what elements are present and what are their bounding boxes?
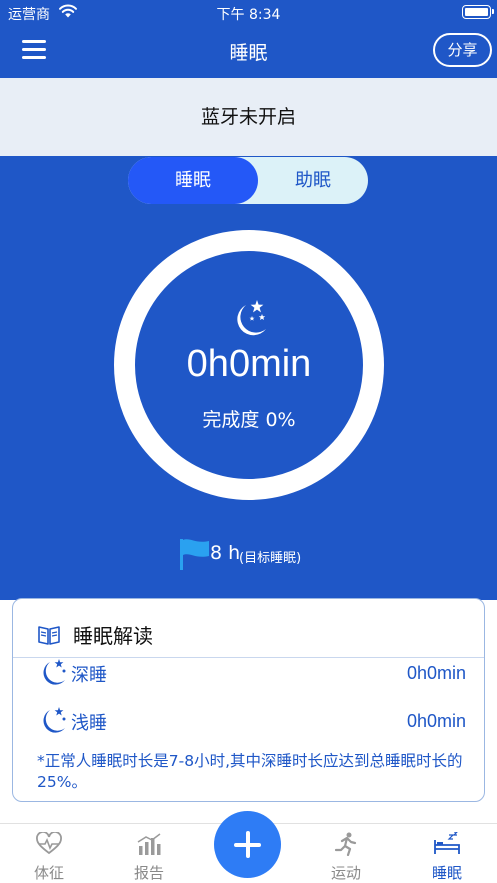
tab-exercise[interactable]: 运动 <box>311 824 381 883</box>
tab-vitals[interactable]: 体征 <box>14 824 84 883</box>
heart-pulse-icon <box>36 832 62 855</box>
completion-text: 完成度 0% <box>202 409 296 431</box>
page-title: 睡眠 <box>229 42 268 64</box>
tab-sleep-bottom[interactable]: 睡眠 <box>412 824 482 883</box>
sleep-tip: *正常人睡眠时长是7-8小时,其中深睡时长应达到总睡眠时长的25%。 <box>37 752 463 791</box>
goal-note: (目标睡眠) <box>239 551 302 566</box>
moon-stars-icon <box>237 300 266 336</box>
bed-icon <box>434 832 460 854</box>
goal-hours: 8 h <box>210 542 241 564</box>
battery-icon <box>462 5 494 19</box>
moon-stars-icon <box>43 659 66 685</box>
light-sleep-row: 浅睡 0h0min <box>13 703 484 739</box>
sleep-interpretation-card: 睡眠解读 深睡 0h0min 浅睡 0h0min *正常人睡眠时长是7-8小时,… <box>12 598 485 802</box>
sleep-mode-toggle: 睡眠 助眠 <box>128 157 368 204</box>
navigation-bar: 睡眠 分享 <box>0 26 497 78</box>
bluetooth-status-banner[interactable]: 蓝牙未开启 <box>0 78 497 156</box>
status-bar: 运营商 下午 8:34 <box>0 0 497 26</box>
moon-stars-icon <box>43 707 66 733</box>
tab-sleep[interactable]: 睡眠 <box>128 157 258 204</box>
add-button[interactable] <box>214 811 281 878</box>
tab-sleep-aid[interactable]: 助眠 <box>258 157 368 204</box>
book-icon <box>38 626 60 645</box>
card-title: 睡眠解读 <box>73 624 153 648</box>
share-button[interactable]: 分享 <box>433 33 492 67</box>
row-label: 深睡 <box>71 665 107 686</box>
tab-label: 运动 <box>330 864 361 882</box>
sleep-duration: 0h0min <box>186 343 312 385</box>
tab-label: 体征 <box>33 864 64 882</box>
flag-icon <box>180 539 209 570</box>
row-label: 浅睡 <box>71 713 107 734</box>
status-time: 下午 8:34 <box>216 7 281 23</box>
deep-sleep-row: 深睡 0h0min <box>13 655 484 691</box>
bar-chart-icon <box>137 833 161 855</box>
tab-label: 报告 <box>133 864 164 882</box>
row-value: 0h0min <box>406 711 466 731</box>
tab-label: 睡眠 <box>431 864 462 882</box>
row-value: 0h0min <box>406 663 466 683</box>
tab-report[interactable]: 报告 <box>114 824 184 883</box>
running-icon <box>334 832 357 856</box>
